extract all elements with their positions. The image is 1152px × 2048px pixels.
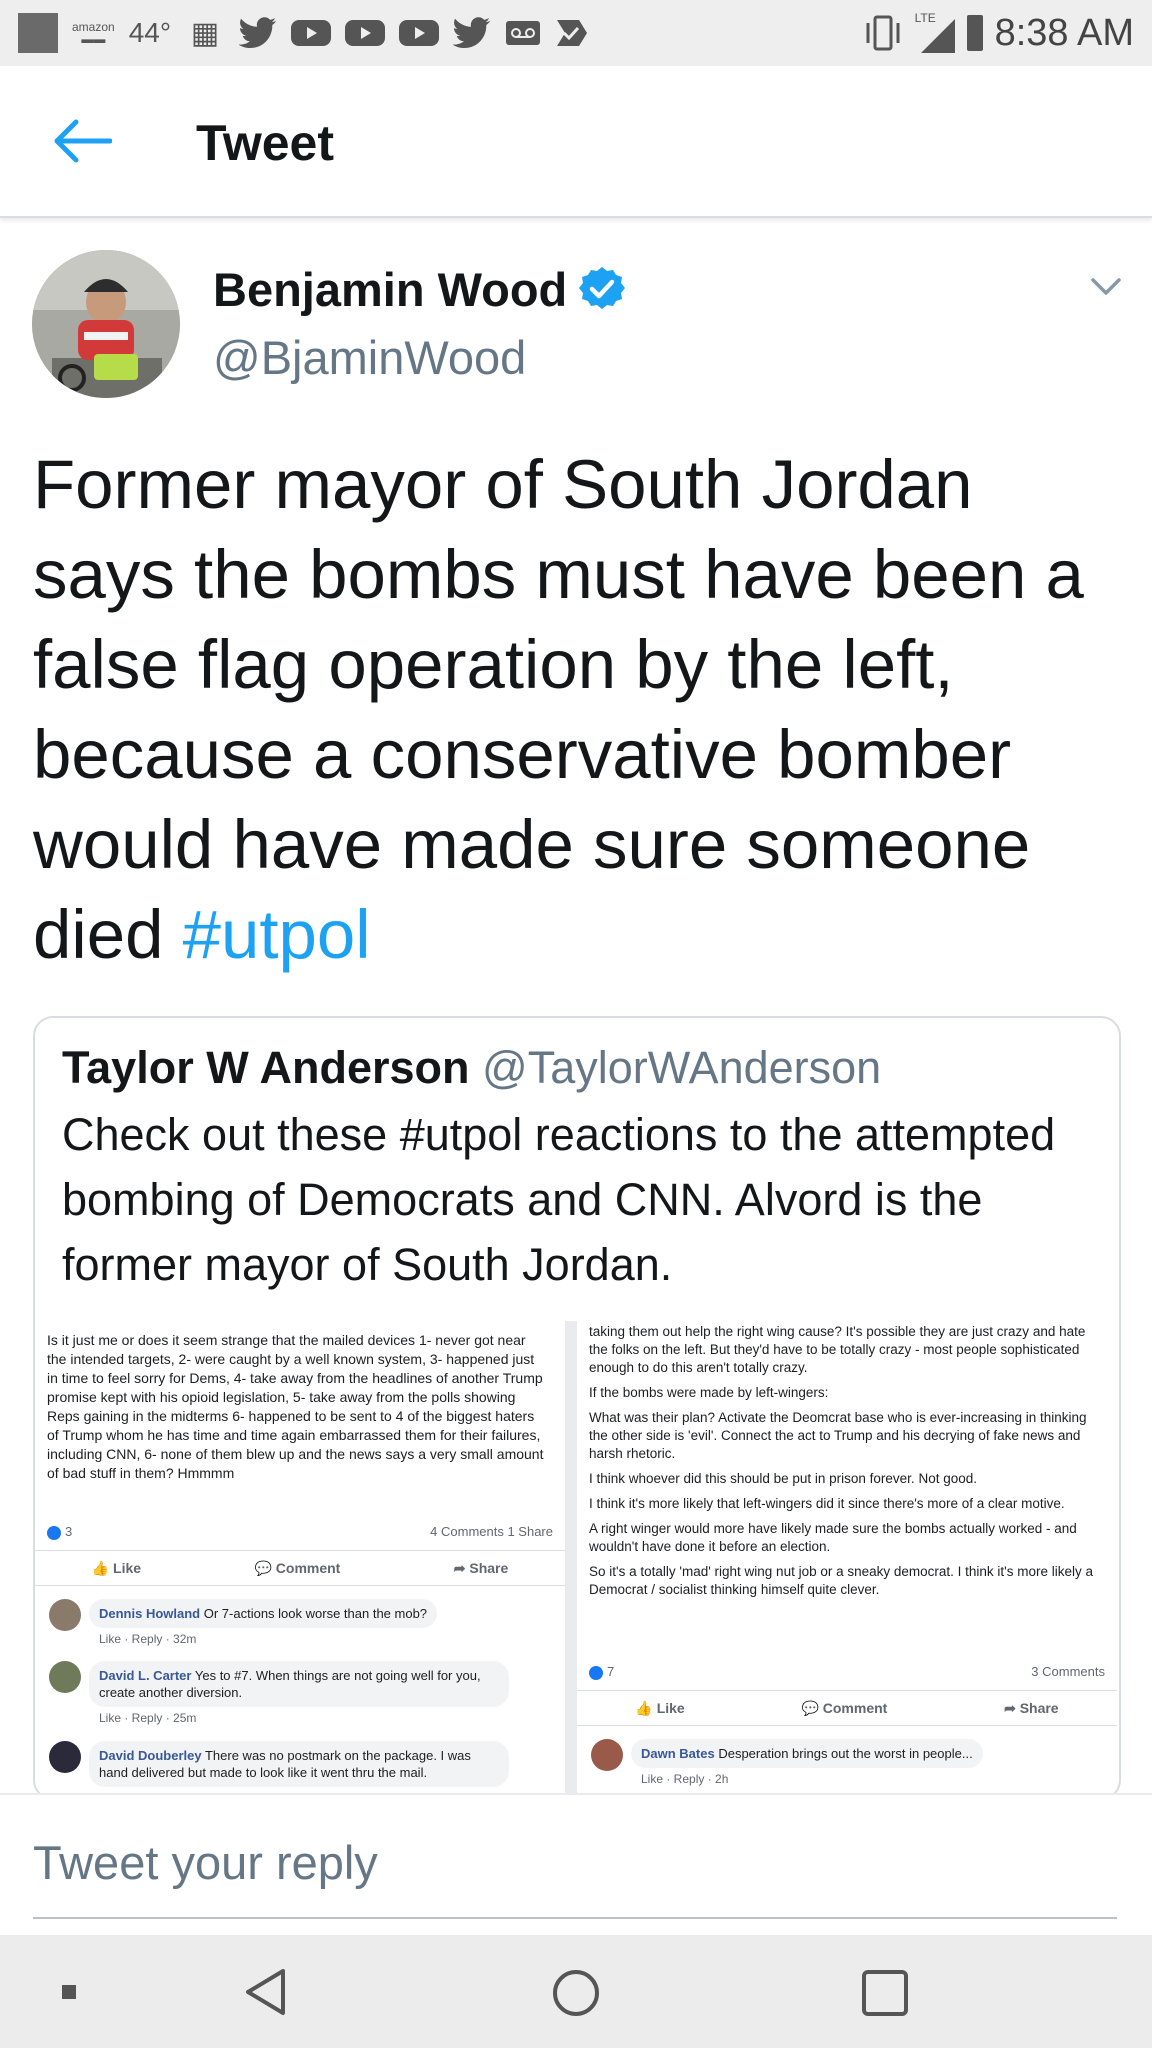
youtube-icon xyxy=(345,20,386,46)
fb-like-button: 👍 Like xyxy=(91,1559,142,1576)
tweet-text: Former mayor of South Jordan says the bo… xyxy=(33,440,1123,980)
back-triangle-icon[interactable] xyxy=(243,1967,289,2017)
hashtag-link[interactable]: #utpol xyxy=(183,896,371,973)
commenter-avatar xyxy=(49,1741,81,1773)
commenter-avatar xyxy=(49,1661,81,1693)
top-app-bar: Tweet xyxy=(0,66,1152,218)
reply-input[interactable]: Tweet your reply xyxy=(33,1835,378,1890)
fb-like-button: 👍 Like xyxy=(635,1699,685,1716)
back-arrow-icon[interactable] xyxy=(52,118,112,164)
author-name[interactable]: Benjamin Wood xyxy=(213,262,567,317)
commenter-avatar xyxy=(49,1599,81,1631)
navigation-bar xyxy=(0,1935,1152,2048)
status-bar: amazon ▬▬ 44° ▦ LTE 8:38 AM xyxy=(0,0,1152,66)
reply-underline xyxy=(33,1917,1117,1919)
battery-icon xyxy=(966,15,983,51)
image-divider xyxy=(565,1321,577,1798)
page-title: Tweet xyxy=(196,115,334,171)
fb-comment: Dennis Howland Or 7-actions look worse t… xyxy=(49,1599,438,1646)
like-reaction-icon xyxy=(589,1665,603,1680)
commenter-avatar xyxy=(591,1739,623,1771)
check-icon xyxy=(557,20,588,46)
quoted-author-name: Taylor W Anderson xyxy=(62,1042,470,1093)
fb-post-text: Is it just me or does it seem strange th… xyxy=(47,1332,544,1481)
fb-comment-button: 💬 Comment xyxy=(254,1559,341,1576)
quoted-author-line: Taylor W Anderson @TaylorWAnderson xyxy=(62,1042,881,1094)
chevron-down-icon[interactable] xyxy=(1090,275,1122,299)
twitter-icon xyxy=(453,17,491,48)
signal-icon: LTE xyxy=(915,11,955,53)
fb-comment: David L. Carter Yes to #7. When things a… xyxy=(49,1661,519,1725)
fb-action-bar: 👍 Like 💬 Comment ➦ Share xyxy=(577,1690,1117,1726)
like-reaction-icon xyxy=(47,1525,61,1540)
fb-like-count: 3 xyxy=(47,1524,72,1540)
tweet-body: Former mayor of South Jordan says the bo… xyxy=(33,446,1084,973)
quoted-image-left[interactable]: Is it just me or does it seem strange th… xyxy=(35,1321,565,1798)
fb-comments-shares: 4 Comments 1 Share xyxy=(430,1524,553,1539)
avatar[interactable] xyxy=(32,250,180,398)
fb-comments-count: 3 Comments xyxy=(1031,1664,1105,1679)
home-circle-icon[interactable] xyxy=(551,1968,601,2018)
youtube-icon xyxy=(399,20,440,46)
chat-icon: ▦ xyxy=(190,16,220,50)
clock: 8:38 AM xyxy=(994,11,1134,54)
photo-icon xyxy=(18,13,58,53)
fb-post-text: taking them out help the right wing caus… xyxy=(589,1324,1094,1597)
fb-comment: David Douberley There was no postmark on… xyxy=(49,1741,519,1787)
author-handle[interactable]: @BjaminWood xyxy=(213,330,526,385)
fb-share-button: ➦ Share xyxy=(1004,1699,1059,1716)
amazon-icon: amazon ▬▬ xyxy=(72,20,115,46)
reply-bar: Tweet your reply xyxy=(0,1793,1152,1935)
verified-badge-icon xyxy=(579,267,625,309)
twitter-icon xyxy=(239,17,277,48)
quoted-author-handle: @TaylorWAnderson xyxy=(482,1042,882,1093)
vibrate-icon xyxy=(866,15,900,51)
fb-comment-button: 💬 Comment xyxy=(801,1699,888,1716)
temperature: 44° xyxy=(128,17,172,48)
quoted-text: Check out these #utpol reactions to the … xyxy=(62,1109,1056,1290)
fb-action-bar: 👍 Like 💬 Comment ➦ Share xyxy=(35,1550,565,1586)
youtube-icon xyxy=(291,20,332,46)
quoted-image-right[interactable]: taking them out help the right wing caus… xyxy=(577,1321,1117,1798)
fb-comment: Dawn Bates Desperation brings out the wo… xyxy=(591,1739,983,1786)
recents-dot-icon[interactable] xyxy=(60,1983,78,2001)
voicemail-icon xyxy=(506,21,541,45)
overview-square-icon[interactable] xyxy=(860,1968,910,2018)
quoted-tweet[interactable]: Taylor W Anderson @TaylorWAnderson Check… xyxy=(33,1016,1121,1800)
fb-like-count: 7 xyxy=(589,1664,614,1680)
fb-share-button: ➦ Share xyxy=(453,1559,509,1576)
